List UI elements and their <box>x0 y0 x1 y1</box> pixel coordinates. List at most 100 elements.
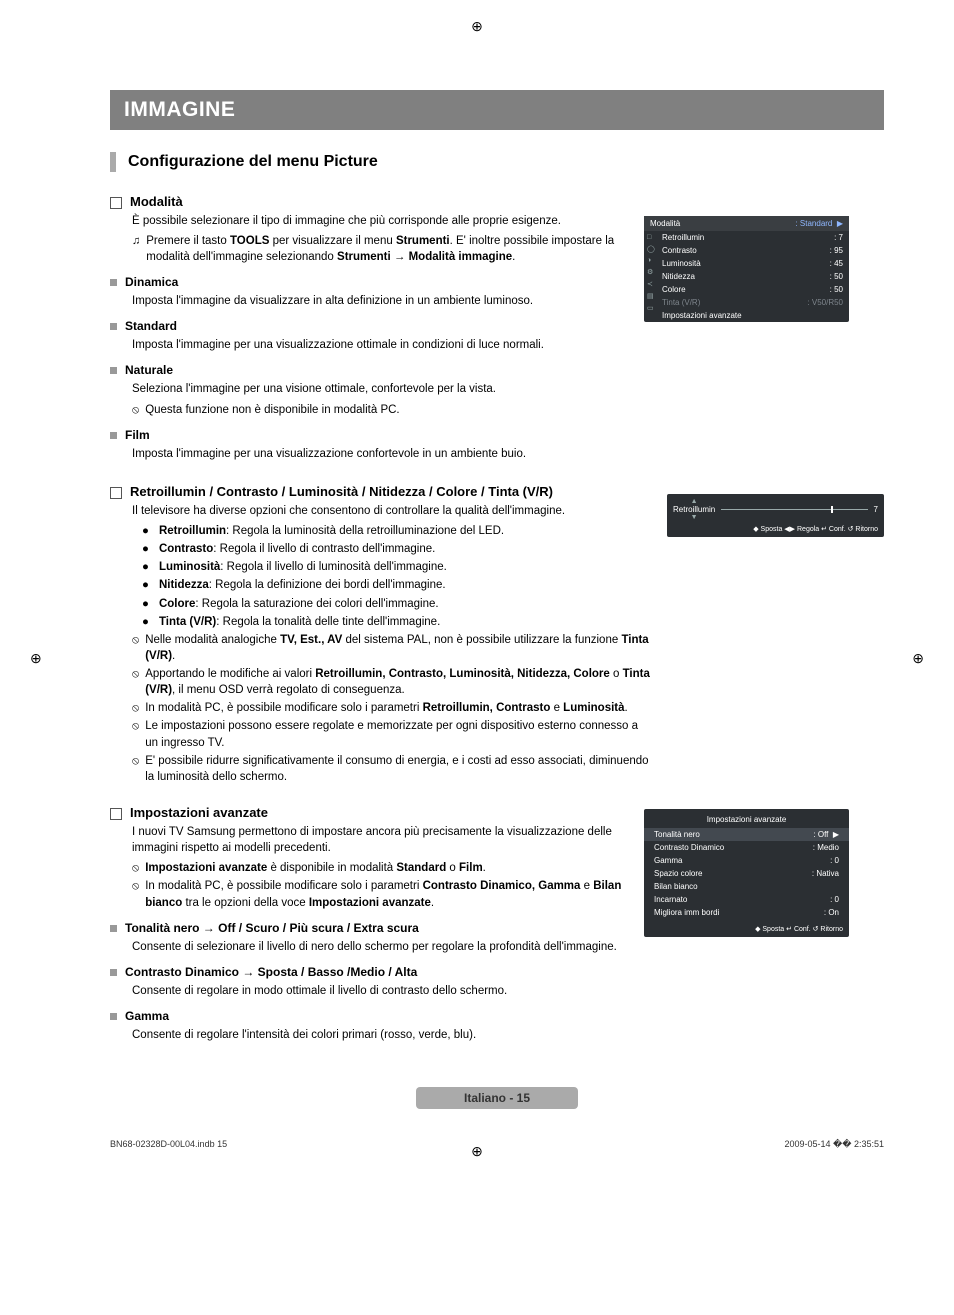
osd-side-icons: □◯◑⚙≺▤▭ <box>647 234 655 312</box>
body-text: È possibile selezionare il tipo di immag… <box>132 213 630 229</box>
body-text: Il televisore ha diverse opzioni che con… <box>132 503 653 519</box>
osd-row: Retroillumin: 7 <box>644 231 849 244</box>
print-footer-right: 2009-05-14 �� 2:35:51 <box>784 1139 884 1150</box>
body-text: Consente di regolare l'intensità dei col… <box>132 1027 630 1043</box>
m-item: Naturale <box>110 363 630 377</box>
m-label: Film <box>125 428 150 442</box>
info-icon: ⦸ <box>132 403 139 418</box>
osd-row: Tonalità nero: Off ▶ <box>644 828 849 841</box>
bullet-row: ●Colore: Regola la saturazione dei color… <box>132 596 653 612</box>
osd-param-value: 7 <box>874 505 878 514</box>
section-title: Configurazione del menu Picture <box>128 153 378 171</box>
note-row: ⦸In modalità PC, è possibile modificare … <box>132 878 630 910</box>
q-label: Modalità <box>130 194 183 209</box>
osd-row: Nitidezza: 50 <box>644 270 849 283</box>
note-text: Impostazioni avanzate è disponibile in m… <box>145 860 486 876</box>
osd-panel: □◯◑⚙≺▤▭ Modalità : Standard ▶ Retroillum… <box>644 216 849 322</box>
bullet-row: ●Nitidezza: Regola la definizione dei bo… <box>132 577 653 593</box>
print-footer: BN68-02328D-00L04.indb 15 2009-05-14 �� … <box>110 1139 884 1150</box>
osd-row: Contrasto Dinamico: Medio <box>644 841 849 854</box>
tools-note: ♫ Premere il tasto TOOLS per visualizzar… <box>132 233 630 265</box>
register-mark-right: ⊕ <box>912 650 924 667</box>
m-item: Film <box>110 428 630 442</box>
note-text: Premere il tasto TOOLS per visualizzare … <box>146 233 630 265</box>
m-label: Tonalità nero → Off / Scuro / Più scura … <box>125 921 419 935</box>
q-label: Retroillumin / Contrasto / Luminosità / … <box>130 484 553 499</box>
m-label: Standard <box>125 319 177 333</box>
print-footer-left: BN68-02328D-00L04.indb 15 <box>110 1139 227 1150</box>
m-item: Standard <box>110 319 630 333</box>
bookmark-icon <box>110 808 122 820</box>
square-icon <box>110 1013 117 1020</box>
osd-row: Bilan bianco <box>644 880 849 893</box>
body-text: Imposta l'immagine per una visualizzazio… <box>132 337 630 353</box>
osd-row: Impostazioni avanzate <box>644 309 849 322</box>
q-item-params: Retroillumin / Contrasto / Luminosità / … <box>110 484 653 499</box>
note-text: In modalità PC, è possibile modificare s… <box>145 700 628 716</box>
pc-note: ⦸ Questa funzione non è disponibile in mo… <box>132 402 630 418</box>
osd-adv-panel: Impostazioni avanzate Tonalità nero: Off… <box>644 809 849 937</box>
page-footer-pill: Italiano - 15 <box>416 1087 578 1109</box>
info-icon: ⦸ <box>132 861 139 876</box>
note-text: Apportando le modifiche ai valori Retroi… <box>145 666 653 698</box>
osd-row: Contrasto: 95 <box>644 244 849 257</box>
m-item: Contrasto Dinamico → Sposta / Basso /Med… <box>110 965 630 979</box>
register-mark-bottom: ⊕ <box>471 1143 483 1160</box>
osd-row: Incarnato: 0 <box>644 893 849 906</box>
osd-slider-row: ▲ Retroillumin ▼ 7 <box>673 498 878 521</box>
note-row: ⦸ Impostazioni avanzate è disponibile in … <box>132 860 630 876</box>
q-label: Impostazioni avanzate <box>130 805 268 820</box>
osd-footer-hints: ◆ Sposta ◀▶ Regola ↵ Conf. ↺ Ritorno <box>673 525 878 533</box>
note-row: ⦸Le impostazioni possono essere regolate… <box>132 718 653 750</box>
info-icon: ⦸ <box>132 633 139 648</box>
note-row: ⦸Nelle modalità analogiche TV, Est., AV … <box>132 632 653 664</box>
section-title-row: Configurazione del menu Picture <box>110 152 884 172</box>
osd-row: Spazio colore: Nativa <box>644 867 849 880</box>
bullet-row: ●Luminosità: Regola il livello di lumino… <box>132 559 653 575</box>
m-label: Dinamica <box>125 275 178 289</box>
body-text: Seleziona l'immagine per una visione ott… <box>132 381 630 397</box>
square-icon <box>110 279 117 286</box>
osd-row: Tinta (V/R): V50/R50 <box>644 296 849 309</box>
body-text: Imposta l'immagine per una visualizzazio… <box>132 446 630 462</box>
bookmark-icon <box>110 487 122 499</box>
section-banner: IMMAGINE <box>110 90 884 130</box>
osd-slider-panel: ▲ Retroillumin ▼ 7 ◆ Sposta ◀▶ Regola ↵ … <box>667 494 884 537</box>
osd-title: Impostazioni avanzate <box>644 815 849 828</box>
down-arrow-icon: ▼ <box>691 514 698 521</box>
osd-preview-modalita: □◯◑⚙≺▤▭ Modalità : Standard ▶ Retroillum… <box>644 216 849 322</box>
square-icon <box>110 323 117 330</box>
note-text: Questa funzione non è disponibile in mod… <box>145 402 399 418</box>
bookmark-icon <box>110 197 122 209</box>
body-text: Consente di selezionare il livello di ne… <box>132 939 630 955</box>
osd-row: Gamma: 0 <box>644 854 849 867</box>
bullet-row: ●Contrasto: Regola il livello di contras… <box>132 541 653 557</box>
osd-row: Colore: 50 <box>644 283 849 296</box>
info-icon: ⦸ <box>132 754 139 769</box>
square-icon <box>110 969 117 976</box>
osd-header: Modalità : Standard ▶ <box>644 216 849 231</box>
bullet-row: ●Tinta (V/R): Regola la tonalità delle t… <box>132 614 653 630</box>
note-row: ⦸In modalità PC, è possibile modificare … <box>132 700 653 716</box>
note-row: ⦸ E' possibile ridurre significativamente… <box>132 753 653 785</box>
q-item-modalita: Modalità <box>110 194 630 209</box>
osd-row: Migliora imm bordi: On <box>644 906 849 919</box>
register-mark-top: ⊕ <box>471 18 483 35</box>
m-label: Naturale <box>125 363 173 377</box>
osd-header-label: Modalità <box>650 219 680 228</box>
register-mark-left: ⊕ <box>30 650 42 667</box>
square-icon <box>110 432 117 439</box>
note-row: ⦸Apportando le modifiche ai valori Retro… <box>132 666 653 698</box>
up-arrow-icon: ▲ <box>691 498 698 505</box>
bullet-row: ●Retroillumin: Regola la luminosità dell… <box>132 523 653 539</box>
m-label: Gamma <box>125 1009 169 1023</box>
osd-row: Luminosità: 45 <box>644 257 849 270</box>
note-text: E' possibile ridurre significativamente … <box>145 753 653 785</box>
note-text: Le impostazioni possono essere regolate … <box>145 718 653 750</box>
m-item: Dinamica <box>110 275 630 289</box>
body-text: Imposta l'immagine da visualizzare in al… <box>132 293 630 309</box>
info-icon: ⦸ <box>132 879 139 894</box>
tools-icon: ♫ <box>132 234 140 249</box>
m-item: Tonalità nero → Off / Scuro / Più scura … <box>110 921 630 935</box>
osd-footer-hints: ◆ Sposta ↵ Conf. ↺ Ritorno <box>644 919 849 937</box>
